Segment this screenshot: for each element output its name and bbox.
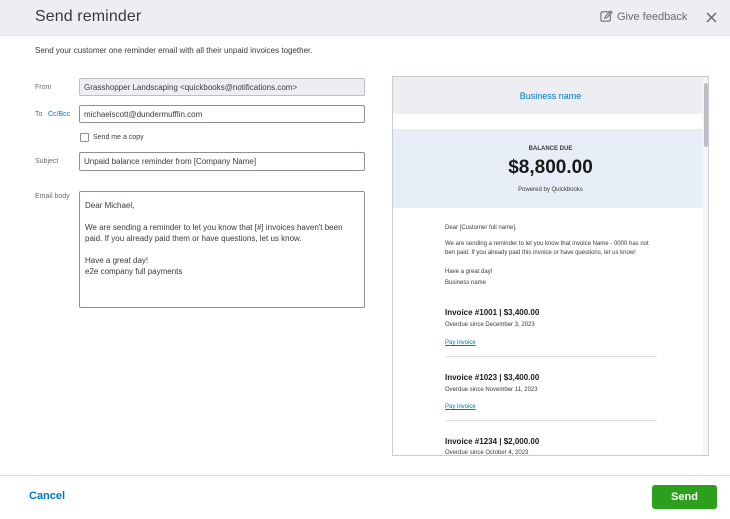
invoice-overdue: Overdue since December 3, 2023 bbox=[445, 322, 535, 328]
body-line: Dear Michael, bbox=[85, 201, 135, 210]
header-divider bbox=[0, 35, 730, 36]
email-body-textarea[interactable]: Dear Michael, We are sending a reminder … bbox=[79, 191, 365, 308]
preview-message: ben paid. If you already paid this invoi… bbox=[445, 250, 636, 256]
invoice-overdue: Overdue since October 4, 2023 bbox=[445, 450, 529, 456]
subject-label: Subject bbox=[35, 158, 59, 165]
cc-bcc-link[interactable]: Cc/Bcc bbox=[48, 111, 70, 118]
feedback-icon bbox=[600, 10, 613, 22]
give-feedback-button[interactable]: Give feedback bbox=[600, 10, 687, 23]
pay-invoice-link[interactable]: Pay invoice bbox=[445, 340, 476, 346]
balance-due-label: BALANCE DUE bbox=[528, 146, 573, 152]
send-copy-label: Send me a copy bbox=[93, 134, 144, 141]
preview-message: We are sending a reminder to let you kno… bbox=[445, 241, 649, 247]
to-field[interactable]: michaelscott@dundermufflin.com bbox=[79, 105, 365, 123]
cancel-button[interactable]: Cancel bbox=[29, 490, 65, 502]
body-line: We are sending a reminder to let you kno… bbox=[85, 223, 343, 243]
footer-divider bbox=[0, 475, 730, 476]
body-line: e2e company full payments bbox=[85, 267, 183, 276]
balance-amount: $8,800.00 bbox=[508, 157, 593, 178]
preview-signoff: Have a great day! bbox=[445, 269, 493, 275]
powered-by-text: Powered by Quickbooks bbox=[518, 187, 583, 193]
invoice-divider bbox=[445, 356, 657, 357]
invoice-title: Invoice #1023 | $3,400.00 bbox=[445, 373, 540, 382]
pay-invoice-link[interactable]: Pay invoice bbox=[445, 404, 476, 410]
send-copy-checkbox[interactable] bbox=[80, 133, 89, 142]
close-icon[interactable] bbox=[704, 10, 719, 25]
give-feedback-label: Give feedback bbox=[617, 10, 688, 23]
subject-field[interactable]: Unpaid balance reminder from [Company Na… bbox=[79, 152, 365, 171]
modal-title: Send reminder bbox=[35, 8, 142, 25]
send-button[interactable]: Send bbox=[652, 485, 717, 509]
invoice-overdue: Overdue since November 11, 2023 bbox=[445, 387, 538, 393]
preview-greeting: Dear [Customer full name], bbox=[445, 225, 517, 231]
body-line: Have a great day! bbox=[85, 256, 149, 265]
email-preview: Business name BALANCE DUE $8,800.00 Powe… bbox=[392, 76, 709, 456]
preview-scrollbar-thumb[interactable] bbox=[704, 83, 708, 147]
email-body-label: Email body bbox=[35, 193, 70, 200]
invoice-title: Invoice #1234 | $2,000.00 bbox=[445, 437, 540, 446]
from-label: From bbox=[35, 84, 52, 91]
preview-business-name: Business name bbox=[519, 91, 582, 101]
preview-signoff-name: Business name bbox=[445, 280, 487, 286]
invoice-title: Invoice #1001 | $3,400.00 bbox=[445, 308, 540, 317]
description-text: Send your customer one reminder email wi… bbox=[35, 46, 313, 55]
invoice-divider bbox=[445, 420, 657, 421]
from-field: Grasshopper Landscaping <quickbooks@noti… bbox=[79, 78, 365, 96]
to-label: To bbox=[35, 111, 43, 118]
